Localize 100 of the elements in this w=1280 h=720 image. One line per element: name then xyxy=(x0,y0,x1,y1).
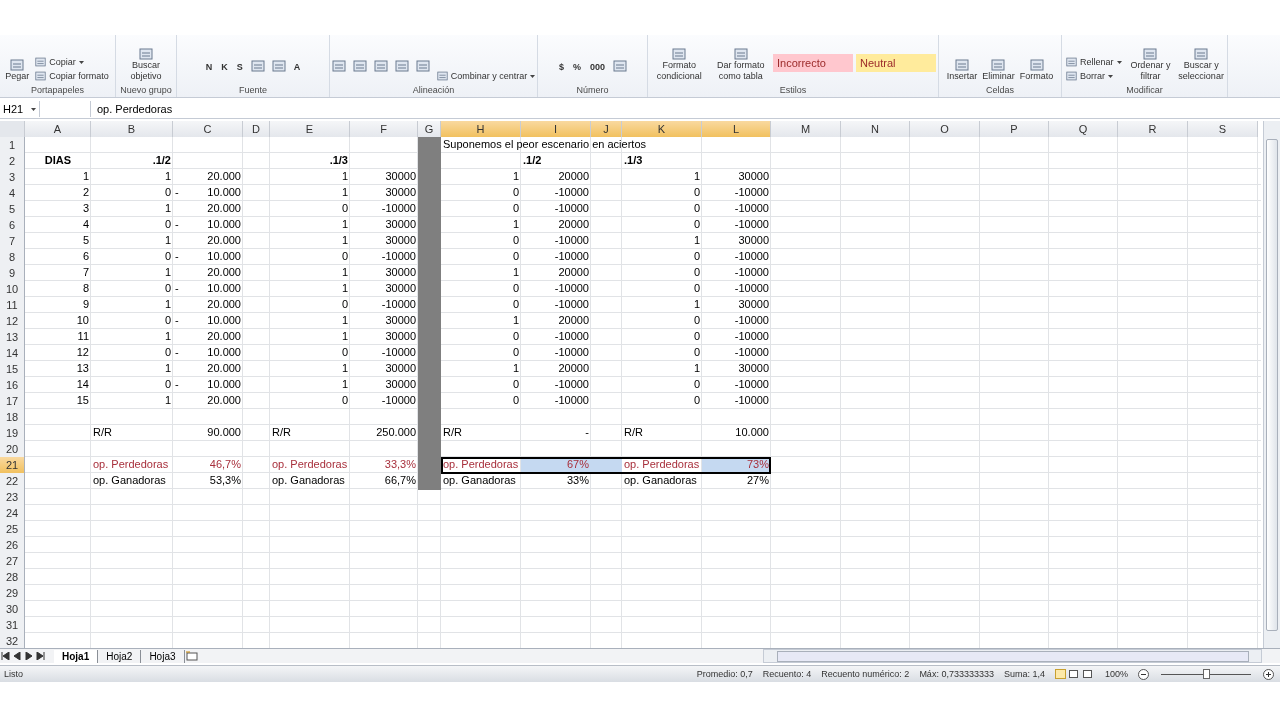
table-cell-text: -10000 xyxy=(380,249,417,264)
format-icon xyxy=(331,60,346,72)
toolbar-button[interactable] xyxy=(392,58,411,74)
format-button[interactable]: S xyxy=(233,60,246,74)
table-cell-text: -10000 xyxy=(553,249,590,264)
table-cell-text: 0 xyxy=(340,297,349,312)
toolbar-button[interactable] xyxy=(611,58,630,74)
sheet-tab[interactable]: Hoja3 xyxy=(141,649,185,663)
table-cell-text: 1 xyxy=(692,169,701,184)
ribbon-button[interactable]: Dar formato como tabla xyxy=(711,48,770,82)
zoom-slider-thumb[interactable] xyxy=(1203,669,1210,679)
zoom-in-icon[interactable] xyxy=(1263,668,1274,680)
table-cell-text: 30000 xyxy=(384,329,417,344)
group-label: Celdas xyxy=(985,84,1015,97)
zoom-level[interactable]: 100% xyxy=(1104,669,1128,679)
table-cell-text: 0 xyxy=(511,329,520,344)
ribbon-button[interactable]: Formato xyxy=(1018,59,1055,82)
toolbar-button[interactable] xyxy=(269,58,288,74)
table-cell-text: 8 xyxy=(81,281,90,296)
table-cell-text: -10000 xyxy=(380,345,417,360)
format-button[interactable]: N xyxy=(202,60,216,74)
vertical-scrollbar[interactable] xyxy=(1263,121,1280,648)
horizontal-scrollbar[interactable] xyxy=(763,649,1262,663)
table-cell-text: R/R xyxy=(623,425,644,440)
command-icon xyxy=(1194,48,1209,60)
command-icon xyxy=(733,48,748,60)
format-button[interactable]: 000 xyxy=(587,60,609,74)
toolbar-button[interactable] xyxy=(248,58,267,74)
table-cell-text: 30000 xyxy=(384,233,417,248)
command-icon xyxy=(1143,48,1158,60)
selected-cell[interactable] xyxy=(591,457,622,474)
formula-field[interactable]: op. Perdedoras xyxy=(90,101,1280,117)
table-cell-text: 0 xyxy=(163,249,172,264)
sheet-tab[interactable]: Hoja1 xyxy=(54,649,99,663)
format-button[interactable]: A xyxy=(290,60,304,74)
table-cell-text: R/R xyxy=(442,425,463,440)
ribbon-button[interactable]: Rellenar xyxy=(1064,56,1124,68)
toolbar-button[interactable] xyxy=(371,58,390,74)
table-cell-text: 0 xyxy=(511,201,520,216)
table-cell-text: 15 xyxy=(75,393,90,408)
table-cell-text: 53,3% xyxy=(208,473,242,488)
table-cell-text: -10000 xyxy=(733,281,770,296)
toolbar-button[interactable] xyxy=(330,58,348,74)
format-button[interactable]: K xyxy=(218,60,231,74)
table-cell-text: 90.000 xyxy=(206,425,242,440)
table-cell-text: 33,3% xyxy=(383,457,417,472)
table-cell-text: - 10.000 xyxy=(174,217,242,232)
table-cell-text: 5 xyxy=(81,233,90,248)
table-cell-text: .1/2 xyxy=(151,153,172,168)
ribbon-button[interactable]: Copiar formato xyxy=(33,70,111,82)
ribbon-button[interactable]: Formato condicional xyxy=(650,48,709,82)
table-cell-text: 3 xyxy=(81,201,90,216)
table-cell-text: 0 xyxy=(511,281,520,296)
table-cell-text: 1 xyxy=(81,169,90,184)
ribbon-button[interactable]: Ordenar y filtrar xyxy=(1126,48,1175,82)
ribbon-button[interactable]: Borrar xyxy=(1064,70,1124,82)
table-cell-text: 1 xyxy=(340,313,349,328)
ribbon-button[interactable]: Eliminar xyxy=(981,59,1016,82)
ribbon-button[interactable]: Pegar xyxy=(4,59,31,82)
format-button[interactable]: % xyxy=(570,60,584,74)
table-cell-text: 30000 xyxy=(384,217,417,232)
table-cell-text: - xyxy=(584,425,590,440)
table-cell-text: op. Perdedoras xyxy=(271,457,349,472)
view-icons-drawing[interactable] xyxy=(1054,669,1095,679)
toolbar-button[interactable] xyxy=(350,58,369,74)
ribbon-button[interactable]: Combinar y centrar xyxy=(434,70,537,82)
table-cell-text: 20000 xyxy=(557,169,590,184)
table-cell-text: 14 xyxy=(75,377,90,392)
new-sheet-icon[interactable] xyxy=(184,651,199,661)
table-cell-text: 0 xyxy=(163,377,172,392)
table-cell-text: 7 xyxy=(81,265,90,280)
table-cell-text: 0 xyxy=(511,377,520,392)
sheet-tab[interactable]: Hoja2 xyxy=(98,649,142,663)
ribbon-button[interactable]: Insertar xyxy=(945,59,979,82)
table-cell-text: 1 xyxy=(163,233,172,248)
format-button[interactable]: $ xyxy=(555,60,567,74)
table-cell-text: 0 xyxy=(511,233,520,248)
table-cell-text: 0 xyxy=(692,377,701,392)
ribbon-button[interactable]: Buscar objetivo xyxy=(118,48,174,82)
zoom-out-icon[interactable] xyxy=(1138,668,1149,680)
name-box[interactable]: H21 xyxy=(0,101,40,117)
table-cell-text: -10000 xyxy=(733,265,770,280)
group-label: Alineación xyxy=(411,84,456,97)
table-cell: op. Perdedoras xyxy=(622,457,702,474)
table-cell-text: 30000 xyxy=(384,313,417,328)
toolbar-button[interactable] xyxy=(413,58,432,74)
table-cell-text: 0 xyxy=(340,201,349,216)
sheet-navigation-icon[interactable] xyxy=(0,652,46,660)
shaded-cell xyxy=(418,473,441,490)
ribbon-button[interactable]: Buscar y seleccionar xyxy=(1177,48,1225,82)
cell-style-button[interactable]: Neutral xyxy=(856,54,936,72)
table-cell-text: -10000 xyxy=(733,249,770,264)
table-cell-text: 0 xyxy=(340,249,349,264)
table-cell-text: op. Ganadoras xyxy=(623,473,698,488)
command-icon xyxy=(35,71,47,81)
status-statistic: Recuento numérico: 2 xyxy=(821,669,910,679)
table-cell-text: 0 xyxy=(340,345,349,360)
cell-style-button[interactable]: Incorrecto xyxy=(773,54,853,72)
ribbon-button[interactable]: Copiar xyxy=(33,56,111,68)
row-header[interactable]: 32 xyxy=(0,633,25,648)
